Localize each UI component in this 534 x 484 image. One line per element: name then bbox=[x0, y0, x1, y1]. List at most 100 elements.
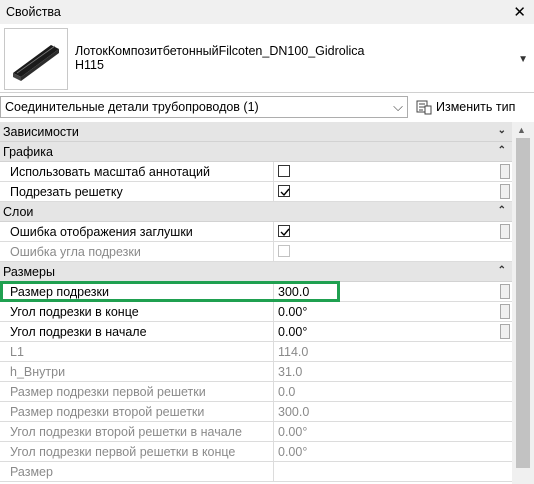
property-row: Размер подрезки первой решетки 0.0 bbox=[0, 382, 512, 402]
scrollbar-thumb[interactable] bbox=[516, 138, 530, 468]
category-filter-dropdown[interactable]: Соединительные детали трубопроводов (1) … bbox=[0, 96, 408, 118]
property-name: Подрезать решетку bbox=[0, 182, 274, 201]
property-name: Размер bbox=[0, 462, 274, 481]
group-label: Размеры bbox=[3, 265, 55, 279]
property-name-text: Размер подрезки первой решетки bbox=[10, 385, 206, 399]
property-value-text: 0.00° bbox=[278, 425, 308, 439]
property-value: 0.0 bbox=[274, 382, 500, 401]
property-name-text: Угол подрезки в начале bbox=[10, 325, 147, 339]
property-name: Ошибка отображения заглушки bbox=[0, 222, 274, 241]
property-value-text: 0.00° bbox=[278, 325, 308, 339]
edit-type-label: Изменить тип bbox=[436, 100, 516, 114]
property-value[interactable]: 0.00° bbox=[274, 302, 500, 321]
type-label: H115 bbox=[75, 58, 104, 72]
property-row: Подрезать решетку bbox=[0, 182, 512, 202]
group-label: Зависимости bbox=[3, 125, 79, 139]
property-value: 31.0 bbox=[274, 362, 500, 381]
property-name-text: Размер подрезки bbox=[10, 285, 109, 299]
property-row: Размер подрезки 300.0 bbox=[0, 282, 512, 302]
group-constraints[interactable]: Зависимости ⌄ bbox=[0, 122, 512, 142]
checkbox[interactable] bbox=[278, 165, 290, 177]
group-label: Графика bbox=[3, 145, 53, 159]
group-dimensions[interactable]: Размеры ⌃ bbox=[0, 262, 512, 282]
group-graphics[interactable]: Графика ⌃ bbox=[0, 142, 512, 162]
property-value: 300.0 bbox=[274, 402, 500, 421]
property-name-text: Ошибка угла подрезки bbox=[10, 245, 141, 259]
property-value: 114.0 bbox=[274, 342, 500, 361]
group-layers[interactable]: Слои ⌃ bbox=[0, 202, 512, 222]
associate-parameter-button[interactable] bbox=[500, 224, 510, 239]
property-name: Угол подрезки первой решетки в конце bbox=[0, 442, 274, 461]
property-value-text: 300.0 bbox=[278, 285, 310, 299]
chevron-down-icon: ⌵ bbox=[393, 99, 403, 114]
close-icon[interactable]: ✕ bbox=[513, 3, 526, 21]
property-name-text: Угол подрезки в конце bbox=[10, 305, 139, 319]
property-name-text: Использовать масштаб аннотаций bbox=[10, 165, 211, 179]
expand-icon[interactable]: ⌄ bbox=[498, 125, 506, 136]
type-name: ЛотокКомпозитбетонныйFilcoten_DN100_Gidr… bbox=[75, 44, 365, 72]
property-name: Размер подрезки bbox=[0, 282, 274, 301]
property-name-text: Размер bbox=[10, 465, 53, 479]
property-name-text: h_Внутри bbox=[10, 365, 66, 379]
vertical-scrollbar[interactable]: ▲ bbox=[512, 122, 534, 484]
collapse-icon[interactable]: ⌃ bbox=[498, 265, 506, 276]
property-value: 0.00° bbox=[274, 442, 500, 461]
window-title: Свойства bbox=[6, 5, 61, 19]
property-name-text: Угол подрезки второй решетки в начале bbox=[10, 425, 242, 439]
property-value: 0.00° bbox=[274, 422, 500, 441]
property-value[interactable]: 0.00° bbox=[274, 322, 500, 341]
property-row: Ошибка отображения заглушки bbox=[0, 222, 512, 242]
dropdown-arrow-icon[interactable]: ▼ bbox=[518, 54, 528, 65]
associate-parameter-button[interactable] bbox=[500, 304, 510, 319]
property-name-text: Ошибка отображения заглушки bbox=[10, 225, 193, 239]
checkmark-icon bbox=[280, 188, 290, 197]
property-name-text: Размер подрезки второй решетки bbox=[10, 405, 205, 419]
property-row: Угол подрезки в конце 0.00° bbox=[0, 302, 512, 322]
property-name: Размер подрезки первой решетки bbox=[0, 382, 274, 401]
associate-parameter-button[interactable] bbox=[500, 164, 510, 179]
collapse-icon[interactable]: ⌃ bbox=[498, 145, 506, 156]
property-row: Ошибка угла подрезки bbox=[0, 242, 512, 262]
property-row: Угол подрезки первой решетки в конце 0.0… bbox=[0, 442, 512, 462]
property-row: h_Внутри 31.0 bbox=[0, 362, 512, 382]
associate-parameter-button[interactable] bbox=[500, 284, 510, 299]
property-value-text: 31.0 bbox=[278, 365, 303, 379]
property-value[interactable]: 300.0 bbox=[274, 282, 500, 301]
property-value bbox=[274, 222, 500, 241]
property-row: Использовать масштаб аннотаций bbox=[0, 162, 512, 182]
property-row: Угол подрезки в начале 0.00° bbox=[0, 322, 512, 342]
property-value bbox=[274, 182, 500, 201]
property-value-text: 0.00° bbox=[278, 445, 308, 459]
property-row: Размер подрезки второй решетки 300.0 bbox=[0, 402, 512, 422]
property-name: Угол подрезки в конце bbox=[0, 302, 274, 321]
edit-type-icon bbox=[416, 100, 432, 115]
checkmark-icon bbox=[280, 228, 290, 237]
property-name: Использовать масштаб аннотаций bbox=[0, 162, 274, 181]
property-name: L1 bbox=[0, 342, 274, 361]
checkbox-disabled bbox=[278, 245, 290, 257]
property-value-text: 114.0 bbox=[278, 345, 309, 359]
properties-grid: Зависимости ⌄ Графика ⌃ Использовать мас… bbox=[0, 122, 512, 484]
group-label: Слои bbox=[3, 205, 34, 219]
property-value bbox=[274, 162, 500, 181]
property-row: Угол подрезки второй решетки в начале 0.… bbox=[0, 422, 512, 442]
scroll-up-icon[interactable]: ▲ bbox=[517, 125, 526, 135]
checkbox[interactable] bbox=[278, 225, 290, 237]
properties-titlebar: Свойства ✕ bbox=[0, 0, 534, 25]
property-name: h_Внутри bbox=[0, 362, 274, 381]
property-value bbox=[274, 242, 500, 261]
property-value bbox=[274, 462, 500, 481]
property-name: Ошибка угла подрезки bbox=[0, 242, 274, 261]
associate-parameter-button[interactable] bbox=[500, 324, 510, 339]
family-name: ЛотокКомпозитбетонныйFilcoten_DN100_Gidr… bbox=[75, 44, 365, 58]
associate-parameter-button[interactable] bbox=[500, 184, 510, 199]
edit-type-button[interactable]: Изменить тип bbox=[414, 97, 532, 117]
collapse-icon[interactable]: ⌃ bbox=[498, 205, 506, 216]
category-filter-label: Соединительные детали трубопроводов (1) bbox=[5, 100, 259, 114]
checkbox[interactable] bbox=[278, 185, 290, 197]
property-name-text: L1 bbox=[10, 345, 24, 359]
property-value-text: 300.0 bbox=[278, 405, 310, 419]
property-name: Размер подрезки второй решетки bbox=[0, 402, 274, 421]
type-selector[interactable]: ЛотокКомпозитбетонныйFilcoten_DN100_Gidr… bbox=[0, 24, 534, 93]
property-name: Угол подрезки второй решетки в начале bbox=[0, 422, 274, 441]
